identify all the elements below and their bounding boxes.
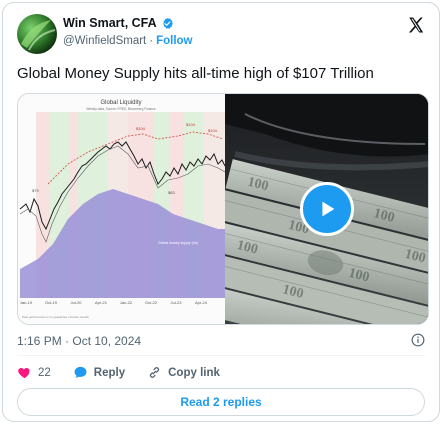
tweet-card: Win Smart, CFA @WinfieldSmart · Follow Glo… <box>2 2 440 422</box>
liquidity-chart-image: Global Liquidity Weekly data, Source: FR… <box>18 94 226 324</box>
x-tick: Jan-19 <box>20 300 33 305</box>
peak-label: $104 <box>136 126 146 131</box>
play-icon <box>322 201 335 217</box>
like-count: 22 <box>38 366 51 379</box>
like-button[interactable]: 22 <box>17 365 51 380</box>
play-button[interactable] <box>300 182 354 236</box>
tweet-text: Global Money Supply hits all-time high o… <box>17 65 374 82</box>
reply-button[interactable]: Reply <box>73 365 125 380</box>
copy-link-label: Copy link <box>168 366 220 379</box>
link-icon <box>150 367 160 378</box>
info-icon[interactable] <box>411 333 425 347</box>
x-tick: Jul-20 <box>71 300 83 305</box>
separator-dot: · <box>149 35 154 47</box>
reply-bubble-icon <box>74 366 87 379</box>
chart-title: Global Liquidity <box>100 100 141 106</box>
low-label: $79 <box>32 188 39 193</box>
tweet-media[interactable]: Global Liquidity Weekly data, Source: FR… <box>17 93 429 325</box>
follow-link[interactable]: Follow <box>156 35 192 47</box>
peak-label: $104 <box>186 122 196 127</box>
chart-subtitle: Weekly data, Source: FRED, Bloomberg Fin… <box>86 107 155 111</box>
chart-footer: Past performance is no guarantee of futu… <box>22 315 89 319</box>
x-logo-icon[interactable] <box>407 16 425 34</box>
x-tick: Oct-22 <box>145 300 158 305</box>
peak-label: $104 <box>208 128 218 133</box>
avatar[interactable] <box>17 14 57 54</box>
action-bar: 22 Reply Copy link <box>17 365 242 380</box>
x-tick: Oct-19 <box>45 300 58 305</box>
x-tick: Jan-22 <box>120 300 133 305</box>
legend-text: Global money supply (trn) <box>158 241 198 245</box>
verified-badge-icon <box>162 17 173 29</box>
author-name[interactable]: Win Smart, CFA <box>63 16 157 30</box>
low-label: $83 <box>168 190 175 195</box>
copy-link-button[interactable]: Copy link <box>147 365 220 380</box>
x-tick: Apr-21 <box>95 300 108 305</box>
read-replies-button[interactable]: Read 2 replies <box>17 388 425 416</box>
x-tick: Jul-23 <box>171 300 183 305</box>
author-name-row[interactable]: Win Smart, CFA <box>63 16 174 30</box>
x-tick: Apr-24 <box>195 300 208 305</box>
author-handle[interactable]: @WinfieldSmart <box>63 35 146 47</box>
divider <box>17 355 425 356</box>
heart-icon <box>18 368 30 379</box>
tweet-timestamp[interactable]: 1:16 PM · Oct 10, 2024 <box>17 334 141 348</box>
reply-label: Reply <box>93 366 126 379</box>
author-handle-row: @WinfieldSmart · Follow <box>63 35 193 47</box>
